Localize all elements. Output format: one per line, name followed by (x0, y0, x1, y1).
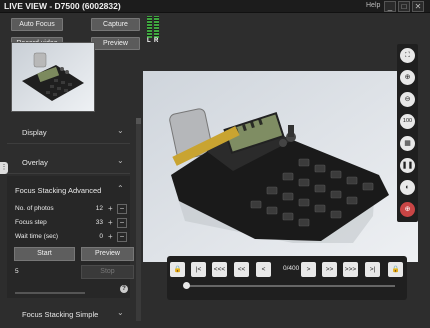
photos-count-label: No. of photos (15, 205, 54, 212)
preview-button[interactable]: Preview (91, 37, 140, 50)
scrollbar-thumb[interactable] (136, 118, 141, 124)
focus-stacking-advanced-panel: Focus Stacking Advanced ⌃ No. of photos … (7, 176, 134, 298)
pause-icon[interactable]: ❚❚ (400, 158, 415, 173)
minimize-button[interactable]: _ (384, 1, 396, 12)
right-channel-label: R (154, 38, 159, 44)
lock-left-icon[interactable]: 🔒 (170, 262, 185, 277)
fullscreen-icon[interactable]: ⛶ (400, 48, 415, 63)
photos-count-value: 12 (95, 205, 103, 212)
close-button[interactable]: ✕ (412, 1, 424, 12)
focus-step-value: 33 (95, 219, 103, 226)
zoom-in-icon[interactable]: ⊕ (400, 70, 415, 85)
zoom-100-button[interactable]: 100 (400, 114, 415, 129)
last-button[interactable]: >| (365, 262, 380, 277)
first-button[interactable]: |< (191, 262, 206, 277)
next-button[interactable]: > (301, 262, 316, 277)
stack-count-value: 5 (15, 268, 19, 275)
focus-stacking-advanced-title[interactable]: Focus Stacking Advanced (15, 186, 101, 195)
chevron-down-icon: ⌄ (117, 126, 124, 135)
overlay-panel-header[interactable]: Overlay ⌄ (7, 148, 130, 174)
stack-progress-bar (15, 292, 85, 294)
stack-preview-button[interactable]: Preview (81, 247, 134, 261)
title-bar: LIVE VIEW - D7500 (6002832) Help _ □ ✕ (0, 0, 430, 13)
overlay-panel-title: Overlay (22, 158, 48, 167)
right-channel-bar (154, 16, 159, 38)
photos-count-stepper[interactable]: 12 + − (85, 204, 129, 214)
zoom-out-icon[interactable]: ⊖ (400, 92, 415, 107)
grid-icon[interactable]: ▦ (400, 136, 415, 151)
focus-stacking-simple-title: Focus Stacking Simple (22, 310, 99, 319)
frame-slider[interactable] (183, 282, 395, 289)
start-button[interactable]: Start (14, 247, 75, 261)
next-double-button[interactable]: >> (322, 262, 337, 277)
frame-counter: 0/400 (283, 265, 300, 272)
playback-bar: 🔒 |< <<< << < 0/400 > >> >>> >| 🔒 (167, 256, 407, 300)
lock-right-icon[interactable]: 🔒 (388, 262, 403, 277)
panel-scrollbar[interactable] (136, 118, 141, 321)
color-picker-icon[interactable]: ◐ (400, 180, 415, 195)
help-icon[interactable]: ? (120, 285, 128, 293)
next-fast-button[interactable]: >>> (343, 262, 358, 277)
decrement-icon[interactable]: − (117, 218, 127, 228)
view-toolbar: ⛶ ⊕ ⊖ 100 ▦ ❚❚ ◐ ⊕ (397, 44, 418, 222)
increment-icon[interactable]: + (108, 232, 113, 242)
stop-button[interactable]: Stop (81, 265, 134, 279)
display-panel-header[interactable]: Display ⌄ (7, 118, 130, 144)
focus-step-label: Focus step (15, 219, 47, 226)
auto-focus-button[interactable]: Auto Focus (11, 18, 63, 31)
chevron-down-icon: ⌄ (117, 156, 124, 165)
audio-level-meter: L R (146, 16, 160, 44)
decrement-icon[interactable]: − (117, 204, 127, 214)
focus-stacking-simple-header[interactable]: Focus Stacking Simple ⌄ (7, 302, 130, 328)
display-panel-title: Display (22, 128, 47, 137)
focus-target-icon[interactable]: ⊕ (400, 202, 415, 217)
prev-button[interactable]: < (256, 262, 271, 277)
decrement-icon[interactable]: − (117, 232, 127, 242)
chevron-down-icon: ⌄ (117, 308, 124, 317)
panel-toggle-handle[interactable]: ⋮ (0, 162, 8, 174)
window-title: LIVE VIEW - D7500 (6002832) (4, 1, 121, 11)
frame-slider-knob[interactable] (183, 282, 190, 289)
chevron-up-icon[interactable]: ⌃ (117, 184, 124, 193)
prev-fast-button[interactable]: <<< (212, 262, 227, 277)
increment-icon[interactable]: + (108, 204, 113, 214)
live-view-image[interactable] (143, 71, 418, 262)
left-channel-label: L (147, 38, 151, 44)
wait-time-stepper[interactable]: 0 + − (85, 232, 129, 242)
focus-step-stepper[interactable]: 33 + − (85, 218, 129, 228)
prev-double-button[interactable]: << (234, 262, 249, 277)
help-link[interactable]: Help (366, 2, 380, 9)
increment-icon[interactable]: + (108, 218, 113, 228)
wait-time-label: Wait time (sec) (15, 233, 59, 240)
capture-button[interactable]: Capture (91, 18, 140, 31)
wait-time-value: 0 (99, 233, 103, 240)
capture-thumbnail[interactable] (11, 42, 95, 112)
left-channel-bar (147, 16, 152, 38)
maximize-button[interactable]: □ (398, 1, 410, 12)
